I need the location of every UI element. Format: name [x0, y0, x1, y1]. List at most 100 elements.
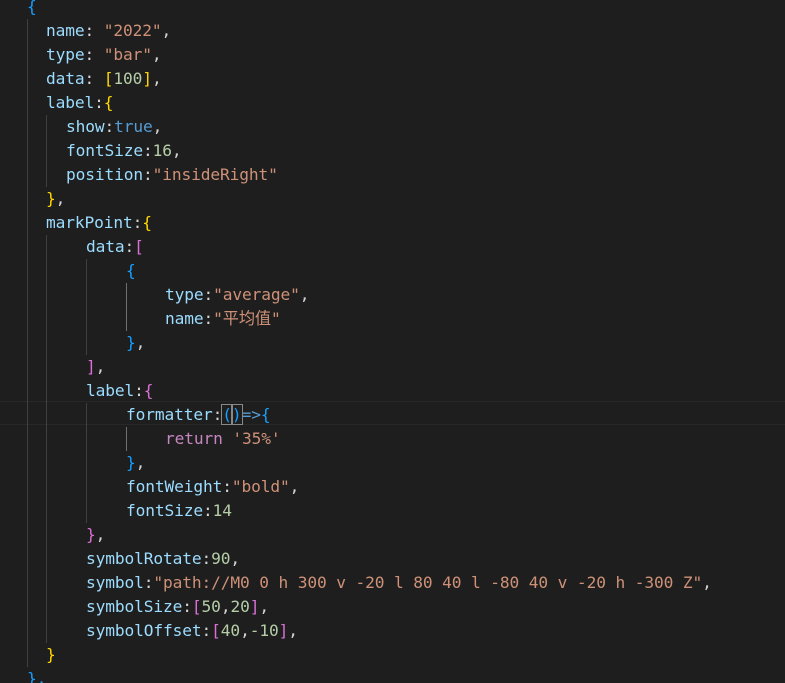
code-line[interactable]: },: [0, 451, 785, 475]
code-token: ,: [55, 189, 66, 208]
code-token: ,: [135, 333, 146, 352]
code-token: }: [86, 525, 96, 544]
code-token: :: [104, 117, 115, 136]
code-line[interactable]: }: [0, 643, 785, 667]
code-token: :: [203, 285, 214, 304]
code-token: {: [103, 93, 114, 112]
code-token: ,: [240, 621, 250, 640]
code-token: :: [222, 477, 232, 496]
code-line[interactable]: },: [0, 187, 785, 211]
code-line[interactable]: symbolOffset:[40,-10],: [0, 619, 785, 643]
code-token: :: [84, 21, 104, 40]
code-token: ,: [288, 621, 298, 640]
code-token: type: [46, 45, 85, 64]
code-line-text: },: [46, 187, 65, 211]
code-token: return: [165, 429, 223, 448]
code-line-text: type: "bar",: [46, 43, 162, 67]
code-line[interactable]: data: [100],: [0, 67, 785, 91]
code-token: :: [201, 621, 212, 640]
code-token: symbolSize: [86, 597, 183, 616]
code-token: type: [165, 285, 204, 304]
code-token: }: [46, 645, 56, 664]
code-line[interactable]: },: [0, 331, 785, 355]
code-line[interactable]: {: [0, 0, 785, 19]
code-token: symbolOffset: [86, 621, 202, 640]
code-line[interactable]: {: [0, 259, 785, 283]
code-line-text: ],: [86, 355, 105, 379]
code-token: ,: [299, 285, 310, 304]
code-token: ,: [151, 69, 162, 88]
code-line[interactable]: fontSize:16,: [0, 139, 785, 163]
code-token: name: [165, 309, 204, 328]
code-token: "insideRight": [152, 165, 278, 184]
code-line[interactable]: name:"平均值": [0, 307, 785, 331]
code-token: ,: [171, 141, 182, 160]
code-line[interactable]: data:[: [0, 235, 785, 259]
code-token: symbol: [86, 573, 144, 592]
code-line-text: fontWeight:"bold",: [126, 475, 299, 499]
code-token: 50: [201, 597, 221, 616]
code-token: =>: [241, 405, 261, 424]
code-token: {: [260, 405, 271, 424]
code-line[interactable]: fontSize:14: [0, 499, 785, 523]
code-token: :: [124, 237, 135, 256]
code-token: ,: [161, 21, 172, 40]
code-line-text: symbol:"path://M0 0 h 300 v -20 l 80 40 …: [86, 571, 712, 595]
code-token: :: [143, 573, 154, 592]
code-token: symbolRotate: [86, 549, 202, 568]
code-line[interactable]: symbol:"path://M0 0 h 300 v -20 l 80 40 …: [0, 571, 785, 595]
code-line[interactable]: label:{: [0, 91, 785, 115]
code-line[interactable]: markPoint:{: [0, 211, 785, 235]
code-token: :: [203, 309, 214, 328]
code-token: :: [132, 213, 143, 232]
code-line-text: {: [27, 0, 37, 19]
code-token: 90: [211, 549, 231, 568]
code-token: (: [221, 404, 233, 425]
code-line[interactable]: fontWeight:"bold",: [0, 475, 785, 499]
code-line[interactable]: },: [0, 523, 785, 547]
code-line[interactable]: symbolSize:[50,20],: [0, 595, 785, 619]
code-line-text: formatter:()=>{: [126, 403, 271, 427]
code-token: [: [134, 237, 144, 256]
code-token: "平均值": [213, 309, 281, 328]
code-line-text: type:"average",: [165, 283, 310, 307]
code-token: "path://M0 0 h 300 v -20 l 80 40 l -80 4…: [153, 573, 703, 592]
code-token: label: [46, 93, 95, 112]
code-line-text: position:"insideRight": [66, 163, 278, 187]
code-line[interactable]: label:{: [0, 379, 785, 403]
code-token: ]: [142, 69, 152, 88]
code-token: :: [134, 381, 144, 400]
code-line[interactable]: name: "2022",: [0, 19, 785, 43]
code-token: ,: [259, 597, 269, 616]
code-token: 14: [212, 501, 232, 520]
code-token: "bar": [103, 45, 152, 64]
code-token: ]: [278, 621, 289, 640]
code-line-text: name: "2022",: [46, 19, 171, 43]
code-token: data: [46, 69, 85, 88]
code-line-text: },: [86, 523, 105, 547]
code-line[interactable]: type:"average",: [0, 283, 785, 307]
code-line[interactable]: position:"insideRight": [0, 163, 785, 187]
code-token: data: [86, 237, 125, 256]
code-editor[interactable]: {name: "2022", type: "bar", data: [100], la…: [0, 0, 785, 683]
code-line-text: return '35%': [165, 427, 281, 451]
code-token: ,: [95, 357, 106, 376]
code-line-text: name:"平均值": [165, 307, 281, 331]
code-line[interactable]: symbolRotate:90,: [0, 547, 785, 571]
code-line[interactable]: return '35%': [0, 427, 785, 451]
code-line[interactable]: },: [0, 667, 785, 683]
code-token: markPoint: [46, 213, 133, 232]
code-line-text: symbolOffset:[40,-10],: [86, 619, 298, 643]
code-token: '35%': [232, 429, 281, 448]
code-token: "2022": [103, 21, 162, 40]
code-line[interactable]: formatter:()=>{: [0, 403, 785, 427]
code-token: ,: [230, 549, 241, 568]
code-token: {: [142, 213, 152, 232]
code-line[interactable]: ],: [0, 355, 785, 379]
code-line-text: }: [46, 643, 56, 667]
code-token: },: [27, 669, 47, 683]
code-line[interactable]: show:true,: [0, 115, 785, 139]
code-line-text: },: [27, 667, 46, 683]
code-line[interactable]: type: "bar",: [0, 43, 785, 67]
